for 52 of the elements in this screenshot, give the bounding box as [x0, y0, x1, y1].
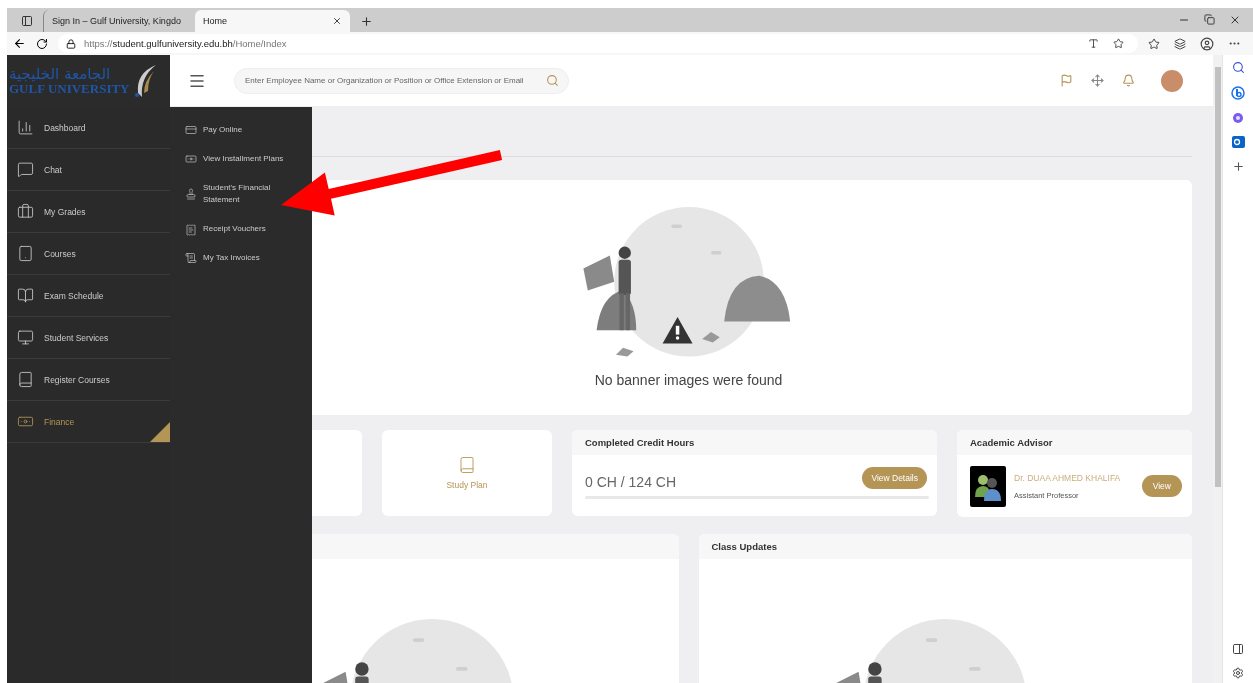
read-aloud-icon[interactable]	[1088, 38, 1099, 49]
notebook-icon	[17, 245, 34, 262]
submenu-item[interactable]: View Installment Plans	[185, 152, 284, 166]
browser-tab[interactable]: Home	[195, 10, 350, 32]
move-icon[interactable]	[1091, 74, 1104, 87]
settings-icon[interactable]	[1232, 667, 1244, 679]
circle-icon[interactable]	[1232, 112, 1244, 124]
avatar[interactable]	[1161, 69, 1183, 92]
profile-icon[interactable]	[1200, 36, 1214, 51]
credit-hours-value: 0 CH / 124 CH	[585, 474, 678, 490]
card-title: Class Updates	[698, 534, 1192, 559]
search-field[interactable]: Enter Employee Name or Organization or Position or Office Extension or Email	[234, 67, 569, 94]
submenu-item[interactable]: Receipt Vouchers	[185, 223, 266, 236]
reload-icon[interactable]	[36, 37, 48, 50]
favorites-icon[interactable]	[1148, 37, 1160, 50]
card-title: Academic Advisor	[957, 430, 1192, 455]
add-icon[interactable]	[1231, 160, 1245, 173]
close-icon[interactable]	[1229, 14, 1241, 26]
back-icon[interactable]	[13, 37, 26, 50]
restore-icon[interactable]	[1204, 14, 1215, 25]
banknote-icon	[185, 153, 197, 166]
submenu-item[interactable]: Student's Financial Statement	[185, 181, 293, 208]
card-icon	[185, 124, 197, 137]
flag-icon[interactable]	[1060, 74, 1073, 87]
stamp-icon	[185, 188, 197, 201]
close-icon[interactable]	[332, 16, 342, 26]
scroll-icon	[185, 252, 197, 265]
logo-arabic-text: الجامعة الخليجية	[9, 67, 111, 82]
url-text: https://student.gulfuniversity.edu.bh/Home/Index	[84, 38, 287, 49]
book-icon	[17, 371, 34, 388]
logo-text: GULF UNIVERSITY	[9, 82, 130, 95]
chat-icon	[17, 161, 34, 178]
chart-icon	[17, 119, 34, 136]
submenu-item[interactable]: Pay Online	[185, 124, 243, 137]
panel-icon[interactable]	[1232, 643, 1244, 655]
advisor-name: Dr. DUAA AHMED KHALIFA	[1014, 472, 1122, 483]
banner-message: No banner images were found	[594, 371, 783, 388]
study-plan-label: Study Plan	[446, 480, 488, 490]
search-icon[interactable]	[1231, 61, 1245, 74]
star-icon[interactable]	[1113, 38, 1124, 49]
lock-icon[interactable]	[66, 38, 76, 49]
book-icon	[458, 456, 476, 474]
bell-icon[interactable]	[1122, 74, 1135, 87]
monitor-icon	[17, 329, 34, 346]
receipt-icon	[185, 223, 197, 236]
scrollbar[interactable]	[1213, 55, 1222, 683]
open-book-icon	[17, 287, 34, 304]
briefcase-icon	[17, 203, 34, 220]
collections-icon[interactable]	[1174, 37, 1186, 50]
address-field[interactable]: https://student.gulfuniversity.edu.bh/Home/Index	[58, 34, 1138, 53]
card-title: Completed Credit Hours	[572, 430, 937, 455]
submenu-item[interactable]: My Tax Invoices	[185, 252, 260, 265]
